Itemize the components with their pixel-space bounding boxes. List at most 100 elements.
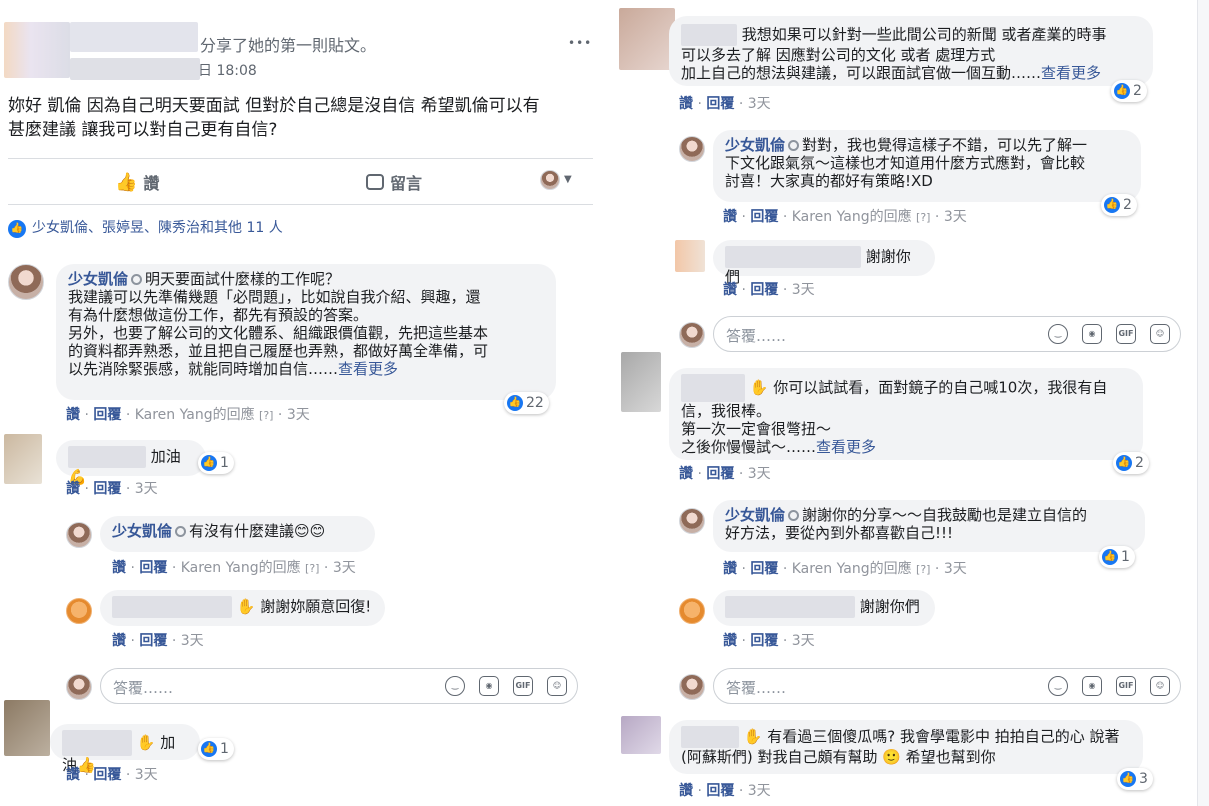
like-reaction-icon: 👍 (1116, 455, 1132, 471)
comment-reaction-count[interactable]: 👍 1 (1099, 546, 1135, 568)
verified-badge-icon (788, 510, 800, 521)
commenter-name-blurred (681, 24, 737, 46)
emoji-icon[interactable]: ‿ (445, 676, 465, 696)
comment-text: 以先消除緊張感，就能同時增加自信…… (68, 360, 339, 378)
comment-reaction-count[interactable]: 👍 1 (198, 738, 234, 760)
comment-text: 的資料都弄熟悉，並且把自己履歷也弄熟，都做好萬全準備，可 (68, 342, 489, 360)
comment-reaction-count[interactable]: 👍 2 (1101, 194, 1137, 216)
current-user-avatar (66, 674, 92, 700)
comment-bubble: 我想如果可以針對一些此間公司的新聞 或者產業的時事 可以多去了解 因應對公司的文… (669, 16, 1153, 86)
chevron-down-icon[interactable]: ▼ (564, 170, 572, 189)
reaction-profile-avatar[interactable] (540, 170, 560, 190)
commenter-avatar[interactable] (679, 598, 705, 624)
post-options-icon[interactable]: ••• (568, 34, 592, 53)
like-button[interactable]: 👍 讚 (115, 170, 159, 194)
verified-badge-icon (131, 274, 143, 285)
sticker-icon[interactable]: ☺ (547, 676, 567, 696)
emoji-icon[interactable]: ‿ (1048, 324, 1068, 344)
commenter-avatar[interactable] (66, 598, 92, 624)
comment-bubble: 加油💪 (56, 440, 206, 486)
right-screenshot-panel: 我想如果可以針對一些此間公司的新聞 或者產業的時事 可以多去了解 因應對公司的文… (613, 0, 1209, 806)
comment-meta: 讚 · 回覆 · Karen Yang的回應 [?] · 3天 (723, 561, 967, 577)
see-more-link[interactable]: 查看更多 (338, 360, 398, 378)
gif-icon[interactable]: GIF (513, 676, 533, 696)
comment-meta: 讚 · 回覆 · 3天 (66, 767, 158, 783)
comment-bubble: ✋ 你可以試試看，面對鏡子的自己喊10次，我很有自 信，我很棒。 第一次一定會很… (669, 368, 1143, 460)
divider (8, 204, 593, 205)
wave-icon: ✋ (136, 733, 156, 752)
left-screenshot-panel: 分享了她的第一則貼文。 日 18:08 ••• 妳好 凱倫 因為自己明天要面試 … (0, 0, 603, 806)
comment-meta: 讚 · 回覆 · Karen Yang的回應 [?] · 3天 (66, 407, 310, 423)
wave-icon: ✋ (236, 597, 256, 616)
verified-badge-icon (175, 526, 187, 537)
comment-meta: 讚 · 回覆 · 3天 (112, 633, 204, 649)
comment-reply-link[interactable]: 回覆 (93, 407, 121, 423)
commenter-avatar[interactable] (679, 508, 705, 534)
camera-icon[interactable]: ◉ (1082, 676, 1102, 696)
wave-icon: ✋ (743, 727, 763, 746)
commenter-avatar-blurred (4, 434, 42, 484)
post-body-line1: 妳好 凱倫 因為自己明天要面試 但對於自己總是沒自信 希望凱倫可以有 (8, 96, 540, 116)
comment-like-link[interactable]: 讚 (66, 407, 80, 423)
like-reaction-icon: 👍 (8, 220, 26, 238)
comment-reaction-count[interactable]: 👍 22 (504, 392, 549, 414)
like-reaction-icon: 👍 (201, 741, 217, 757)
like-reaction-icon: 👍 (1120, 771, 1136, 787)
comment-text: 我建議可以先準備幾題「必問題」，比如說自我介紹、興趣，還 (68, 288, 481, 306)
divider (8, 158, 593, 159)
commenter-avatar[interactable] (679, 136, 705, 162)
see-more-link[interactable]: 查看更多 (816, 438, 876, 456)
camera-icon[interactable]: ◉ (1082, 324, 1102, 344)
gif-icon[interactable]: GIF (1116, 676, 1136, 696)
see-more-link[interactable]: 查看更多 (1041, 64, 1101, 82)
like-reaction-icon: 👍 (507, 395, 523, 411)
author-replied-link[interactable]: Karen Yang的回應 (135, 407, 255, 423)
poster-avatar-blurred (4, 22, 70, 78)
like-reaction-icon: 👍 (1104, 197, 1120, 213)
sticker-icon[interactable]: ☺ (1150, 676, 1170, 696)
comment-button-label: 留言 (390, 174, 423, 193)
comment-bubble: 謝謝你們 (713, 590, 935, 626)
commenter-name-blurred (725, 596, 855, 618)
reply-input[interactable]: 答覆…… ‿ ◉ GIF ☺ (713, 668, 1181, 704)
sticker-icon[interactable]: ☺ (1150, 324, 1170, 344)
comment-bubble: ✋ 加油👍 (50, 724, 200, 774)
commenter-name[interactable]: 少女凱倫 (68, 270, 128, 288)
comment-button[interactable]: 留言 (366, 170, 422, 194)
comment-meta: 讚 · 回覆 · 3天 (679, 96, 771, 112)
commenter-name-blurred (725, 246, 861, 268)
comment-text: 另外，也要了解公司的文化體系、組織跟價值觀，先把這些基本 (68, 324, 489, 342)
commenter-avatar[interactable] (66, 522, 92, 548)
commenter-avatar-blurred (4, 700, 50, 756)
wave-icon: ✋ (749, 378, 769, 397)
commenter-avatar-blurred (621, 716, 661, 754)
gif-icon[interactable]: GIF (1116, 324, 1136, 344)
post-time[interactable]: 日 18:08 (198, 62, 257, 81)
commenter-avatar-blurred (619, 8, 675, 70)
reply-input[interactable]: 答覆…… ‿ ◉ GIF ☺ (713, 316, 1181, 352)
comment-bubble: ✋ 謝謝妳願意回復! (100, 590, 385, 626)
commenter-name-blurred (681, 726, 739, 748)
comment-bubble: 少女凱倫 謝謝你的分享～～自我鼓勵也是建立自信的 好方法，要從內到外都喜歡自己!!… (713, 500, 1145, 552)
poster-name-blurred (70, 22, 198, 52)
comment-reaction-count[interactable]: 👍 2 (1113, 452, 1149, 474)
reply-input[interactable]: 答覆…… ‿ ◉ GIF ☺ (100, 668, 578, 704)
reactions-summary[interactable]: 少女凱倫、張婷昱、陳秀治和其他 11 人 (32, 219, 283, 238)
commenter-name-blurred (62, 730, 132, 756)
commenter-avatar[interactable] (8, 264, 44, 300)
like-reaction-icon: 👍 (1114, 83, 1130, 99)
comment-reaction-count[interactable]: 👍 2 (1111, 80, 1147, 102)
comment-meta: 讚 · 回覆 · 3天 (679, 466, 771, 482)
emoji-icon[interactable]: ‿ (1048, 676, 1068, 696)
camera-icon[interactable]: ◉ (479, 676, 499, 696)
comment-reaction-count[interactable]: 👍 1 (198, 452, 234, 474)
comment-reaction-count[interactable]: 👍 3 (1117, 768, 1153, 790)
comment-meta: 讚 · 回覆 · Karen Yang的回應 [?] · 3天 (723, 209, 967, 225)
comment-timestamp[interactable]: 3天 (287, 407, 310, 423)
comment-meta: 讚 · 回覆 · Karen Yang的回應 [?] · 3天 (112, 560, 356, 576)
commenter-avatar-blurred (621, 352, 661, 412)
comment-bubble: 少女凱倫 有沒有什麼建議😊😊 (100, 516, 375, 552)
comment-text: 明天要面試什麼樣的工作呢？ (145, 270, 341, 288)
post-date-blurred (70, 58, 200, 80)
comment-meta: 讚 · 回覆 · 3天 (679, 783, 771, 799)
